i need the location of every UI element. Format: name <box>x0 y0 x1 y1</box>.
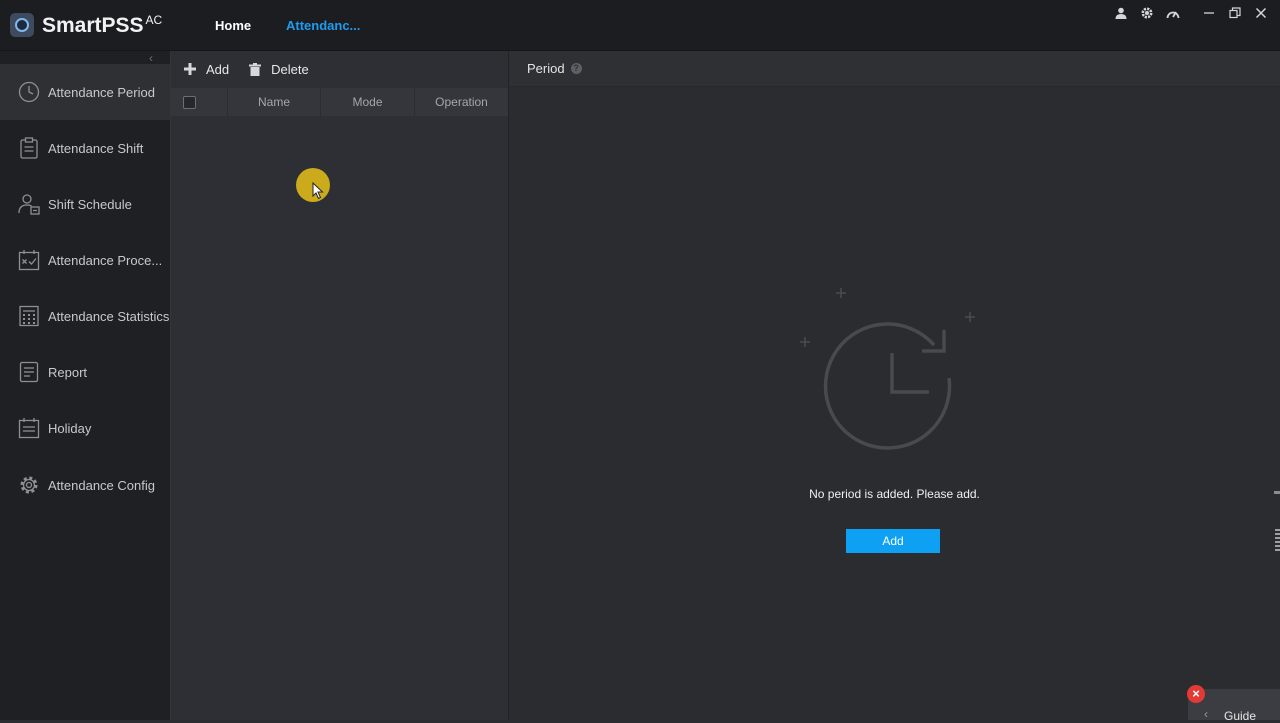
sidebar-item-attendance-config[interactable]: Attendance Config <box>0 457 170 513</box>
detail-title: Period <box>527 61 565 76</box>
plus-icon <box>184 63 196 75</box>
sidebar-item-holiday[interactable]: Holiday <box>0 400 170 456</box>
sidebar-item-label: Attendance Period <box>48 84 155 100</box>
window-controls <box>1110 6 1272 24</box>
add-button[interactable]: Add <box>184 62 229 77</box>
sidebar-item-attendance-process[interactable]: Attendance Proce... <box>0 232 170 288</box>
guide-label: Guide <box>1224 709 1257 723</box>
sidebar-item-attendance-statistics[interactable]: Attendance Statistics <box>0 288 170 344</box>
column-header-operation[interactable]: Operation <box>415 88 508 116</box>
sidebar-item-label: Report <box>48 364 88 380</box>
tab-home[interactable]: Home <box>215 18 251 33</box>
sidebar-item-label: Attendance Shift <box>48 140 144 156</box>
edge-scroll-handle[interactable] <box>1275 529 1280 553</box>
clock-icon <box>18 81 40 103</box>
restore-icon[interactable] <box>1224 6 1246 24</box>
trash-icon <box>249 62 262 76</box>
sidebar-item-label: Attendance Proce... <box>48 252 163 268</box>
edge-handle[interactable] <box>1274 491 1280 494</box>
column-header-name[interactable]: Name <box>228 88 321 116</box>
settings-icon[interactable] <box>1136 6 1158 24</box>
table-header: Name Mode Operation <box>171 88 508 116</box>
sidebar-item-label: Attendance Statistics <box>48 308 170 324</box>
calendar-icon <box>18 417 40 439</box>
add-label: Add <box>206 61 230 77</box>
sidebar-item-report[interactable]: Report <box>0 344 170 400</box>
gear-icon <box>18 474 40 496</box>
calendar-check-icon <box>18 249 40 271</box>
period-list-panel: Add Delete Name Mode Operation <box>171 51 509 720</box>
select-all-cell <box>171 88 228 116</box>
delete-button[interactable]: Delete <box>249 62 309 77</box>
clipboard-icon <box>18 137 40 159</box>
sidebar-item-attendance-shift[interactable]: Attendance Shift <box>0 120 170 176</box>
list-toolbar: Add Delete <box>171 51 508 87</box>
top-bar: SmartPSS AC Home Attendanc... <box>0 0 1280 51</box>
logo-icon <box>10 13 34 37</box>
user-icon[interactable] <box>1110 6 1132 24</box>
sidebar: ‹ Attendance Period Attendance Shift Shi… <box>0 51 171 720</box>
app-logo: SmartPSS AC <box>10 13 162 39</box>
detail-header: Period ? <box>509 51 1280 87</box>
column-header-mode[interactable]: Mode <box>321 88 415 116</box>
select-all-checkbox[interactable] <box>182 95 196 109</box>
collapse-sidebar-icon[interactable]: ‹ <box>149 51 153 65</box>
add-period-button[interactable]: Add <box>846 529 940 553</box>
report-icon <box>18 361 40 383</box>
chevron-left-icon: ‹ <box>1204 707 1208 721</box>
sidebar-item-attendance-period[interactable]: Attendance Period <box>0 64 170 120</box>
help-icon[interactable]: ? <box>570 63 582 74</box>
close-icon[interactable] <box>1250 6 1272 24</box>
period-detail-panel: Period ? No period is added. Please add.… <box>509 51 1280 720</box>
sidebar-item-label: Attendance Config <box>48 477 155 493</box>
empty-clock-illustration <box>800 288 975 450</box>
empty-message: No period is added. Please add. <box>809 487 980 501</box>
delete-label: Delete <box>271 61 309 77</box>
person-schedule-icon <box>18 193 40 215</box>
sidebar-item-label: Holiday <box>48 420 92 436</box>
mouse-pointer-icon <box>312 181 324 205</box>
guide-close-icon[interactable]: × <box>1187 685 1205 703</box>
calculator-icon <box>18 305 40 327</box>
minimize-icon[interactable] <box>1198 6 1220 24</box>
sidebar-item-label: Shift Schedule <box>48 196 132 212</box>
tab-attendance[interactable]: Attendanc... <box>286 18 360 33</box>
app-name-sup: AC <box>145 13 163 27</box>
sidebar-item-shift-schedule[interactable]: Shift Schedule <box>0 176 170 232</box>
app-name: SmartPSS <box>42 14 144 37</box>
performance-icon[interactable] <box>1162 6 1184 24</box>
